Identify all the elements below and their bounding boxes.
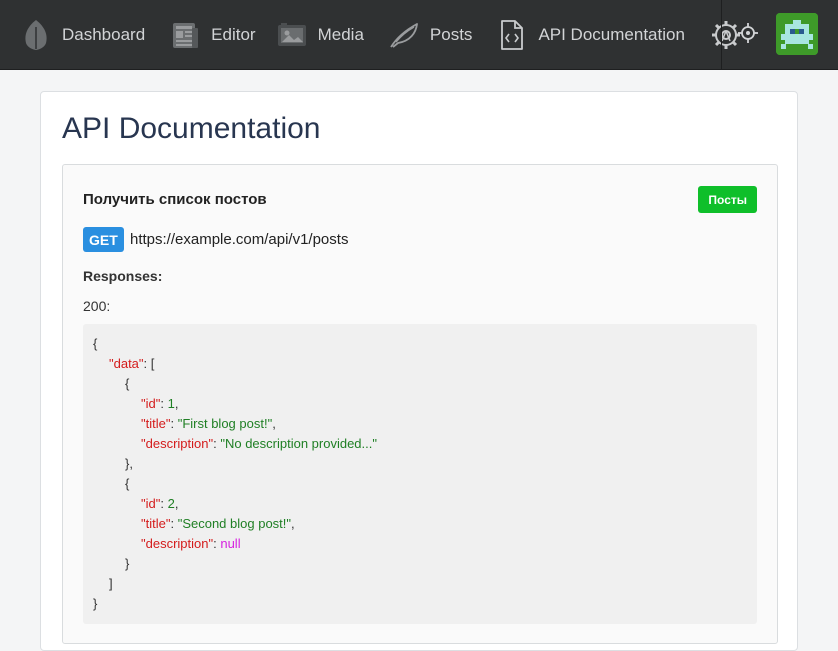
code-line: { [93, 336, 98, 351]
nav-media[interactable]: Media [276, 0, 364, 70]
nav-posts-label: Posts [429, 24, 473, 44]
top-navigation: Dashboard Editor Media Posts API Documen… [0, 0, 838, 70]
page-title: API Documentation [62, 112, 321, 145]
code-line: "id": 2, [141, 496, 179, 511]
nav-dashboard-label: Dashboard [62, 24, 146, 44]
code-line: { [125, 376, 130, 391]
endpoint-url: https://example.com/api/v1/posts [130, 231, 349, 248]
code-line: "title": "Second blog post!", [141, 516, 295, 531]
code-line: ] [109, 576, 113, 591]
nav-api-documentation[interactable]: API Documentation [496, 0, 685, 70]
nav-dashboard[interactable]: Dashboard [20, 0, 145, 70]
nav-divider [721, 0, 722, 70]
page-card: API Documentation Получить список постов… [40, 91, 798, 651]
endpoint-title: Получить список постов [83, 191, 267, 208]
code-line: "title": "First blog post!", [141, 416, 276, 431]
feather-icon [388, 19, 420, 51]
nav-media-label: Media [317, 24, 364, 44]
posts-tag-button[interactable]: Посты [698, 186, 757, 213]
nav-posts[interactable]: Posts [388, 0, 473, 70]
code-line: } [93, 596, 98, 611]
responses-label: Responses: [83, 268, 163, 284]
code-file-icon [496, 19, 528, 51]
code-line: } [125, 556, 130, 571]
code-line: "id": 1, [141, 396, 179, 411]
image-icon [276, 19, 308, 51]
response-code-block: { "data": [ { "id": 1, "title": "First b… [83, 324, 757, 624]
code-line: "description": "No description provided.… [141, 436, 377, 451]
nav-api-documentation-label: API Documentation [538, 24, 685, 44]
code-line: "description": null [141, 536, 241, 551]
endpoint-card: Получить список постов Посты GET https:/… [62, 164, 778, 644]
code-line: "data": [ [109, 356, 155, 371]
nav-editor-label: Editor [211, 24, 256, 44]
newspaper-icon [169, 19, 201, 51]
pixel-avatar-icon [776, 13, 818, 55]
code-line: { [125, 476, 130, 491]
user-avatar[interactable] [776, 13, 818, 55]
status-code: 200: [83, 298, 111, 314]
code-line: }, [125, 456, 133, 471]
crosshair-icon [737, 22, 759, 49]
method-badge: GET [83, 227, 124, 252]
locate-button[interactable] [734, 19, 762, 51]
leaf-dark-icon [20, 19, 52, 51]
nav-editor[interactable]: Editor [169, 0, 256, 70]
